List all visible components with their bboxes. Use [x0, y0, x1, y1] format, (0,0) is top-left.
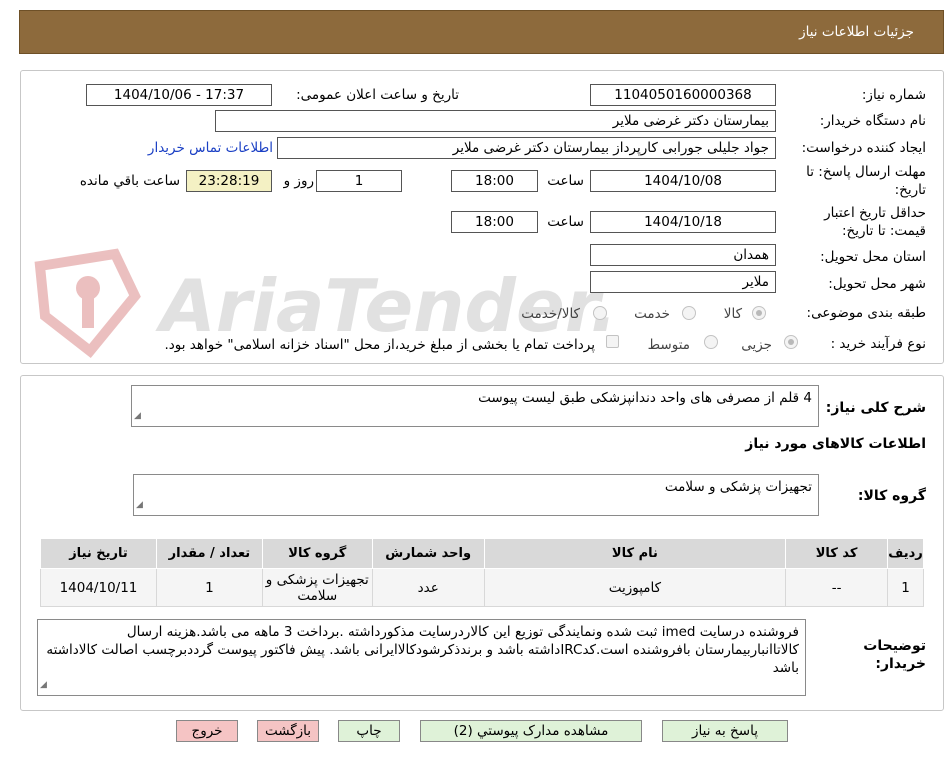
resize-grip-icon[interactable]: ◢: [136, 496, 143, 514]
province-label: استان محل تحویل:: [820, 249, 926, 265]
deadline-time-field: 18:00: [451, 170, 538, 192]
requester-label: ایجاد کننده درخواست:: [801, 140, 926, 156]
need-number-field: 1104050160000368: [590, 84, 776, 106]
goods-table: ردیف کد کالا نام کالا واحد شمارش گروه کا…: [40, 538, 924, 607]
page-header: جزئیات اطلاعات نیاز: [19, 10, 944, 54]
process-minor-label: جزیی: [741, 337, 772, 353]
buyer-label: نام دستگاه خریدار:: [819, 113, 926, 129]
goods-group-field: تجهیزات پزشکی و سلامت ◢: [133, 474, 819, 516]
table-header-row: ردیف کد کالا نام کالا واحد شمارش گروه کا…: [40, 538, 924, 569]
city-label: شهر محل تحویل:: [828, 276, 926, 292]
category-service-radio[interactable]: [682, 306, 696, 320]
category-goods-label: کالا: [723, 306, 742, 322]
notes-field: فروشنده درسایت imed ثبت شده ونمایندگی تو…: [37, 619, 806, 696]
treasury-payment-checkbox[interactable]: [606, 335, 619, 348]
buyer-field: بیمارستان دکتر غرضی ملایر: [215, 110, 776, 132]
process-minor-radio[interactable]: [784, 335, 798, 349]
cell-code: --: [785, 568, 889, 607]
col-date: تاریخ نیاز: [40, 538, 157, 569]
view-attachments-button[interactable]: مشاهده مدارک پیوستي (2): [420, 720, 642, 742]
city-field: ملایر: [590, 271, 776, 293]
buyer-contact-link[interactable]: اطلاعات تماس خریدار: [148, 140, 273, 156]
col-unit: واحد شمارش: [371, 538, 485, 569]
deadline-label-line1: مهلت ارسال پاسخ: تا: [806, 164, 926, 180]
resize-grip-icon[interactable]: ◢: [134, 407, 141, 425]
category-goods-service-label: کالا/خدمت: [521, 306, 580, 322]
process-medium-radio[interactable]: [704, 335, 718, 349]
goods-group-label: گروه کالا:: [857, 488, 926, 504]
reply-button[interactable]: پاسخ به نیاز: [662, 720, 788, 742]
announce-field: 1404/10/06 - 17:37: [86, 84, 272, 106]
cell-qty: 1: [155, 568, 263, 607]
category-service-label: خدمت: [634, 306, 670, 322]
remaining-time-label: ساعت باقي مانده: [79, 173, 180, 189]
cell-name: کامپوزیت: [483, 568, 787, 607]
col-name: نام کالا: [483, 538, 787, 569]
cell-row: 1: [887, 568, 924, 607]
province-field: همدان: [590, 244, 776, 266]
validity-time-label: ساعت: [547, 214, 584, 230]
validity-label-line1: حداقل تاریخ اعتبار: [824, 205, 926, 221]
cell-group: تجهیزات پزشکی و سلامت: [261, 568, 373, 607]
requester-field: جواد جلیلی جورابی کارپرداز بیمارستان دکت…: [277, 137, 776, 159]
goods-group-text: تجهیزات پزشکی و سلامت: [664, 479, 812, 495]
page-title: جزئیات اطلاعات نیاز: [799, 24, 914, 40]
need-number-label: شماره نیاز:: [861, 87, 926, 103]
print-button[interactable]: چاپ: [338, 720, 400, 742]
process-label: نوع فرآیند خرید :: [830, 336, 926, 352]
process-medium-label: متوسط: [647, 337, 690, 353]
treasury-payment-note: پرداخت تمام یا بخشی از مبلغ خرید،از محل …: [164, 337, 595, 353]
col-qty: تعداد / مقدار: [155, 538, 263, 569]
notes-label-line1: توضیحات: [863, 638, 926, 654]
announce-label: تاریخ و ساعت اعلان عمومی:: [296, 87, 459, 103]
col-row: ردیف: [887, 538, 924, 569]
validity-date-field: 1404/10/18: [590, 211, 776, 233]
deadline-label-line2: تاریخ:: [894, 182, 926, 198]
category-label: طبقه بندی موضوعی:: [806, 305, 926, 321]
validity-time-field: 18:00: [451, 211, 538, 233]
deadline-time-label: ساعت: [547, 173, 584, 189]
category-goods-radio[interactable]: [752, 306, 766, 320]
validity-label-line2: قیمت: تا تاریخ:: [842, 223, 926, 239]
cell-date: 1404/10/11: [40, 568, 157, 607]
summary-text: 4 قلم از مصرفی های واحد دندانپزشکی طبق ل…: [478, 390, 812, 406]
col-code: کد کالا: [785, 538, 889, 569]
deadline-days-field: 1: [316, 170, 402, 192]
category-goods-service-radio[interactable]: [593, 306, 607, 320]
deadline-date-field: 1404/10/08: [590, 170, 776, 192]
summary-label: شرح کلی نیاز:: [825, 400, 926, 416]
back-button[interactable]: بازگشت: [257, 720, 319, 742]
col-group: گروه کالا: [261, 538, 373, 569]
deadline-days-label: روز و: [283, 173, 314, 189]
resize-grip-icon[interactable]: ◢: [40, 676, 47, 694]
remaining-time-field: 23:28:19: [186, 170, 272, 192]
table-row[interactable]: 1 -- کامپوزیت عدد تجهیزات پزشکی و سلامت …: [40, 568, 924, 607]
cell-unit: عدد: [371, 568, 485, 607]
goods-info-heading: اطلاعات کالاهای مورد نیاز: [745, 436, 926, 452]
notes-label-line2: خریدار:: [875, 656, 926, 672]
notes-text: فروشنده درسایت imed ثبت شده ونمایندگی تو…: [46, 624, 799, 676]
summary-field: 4 قلم از مصرفی های واحد دندانپزشکی طبق ل…: [131, 385, 819, 427]
exit-button[interactable]: خروج: [176, 720, 238, 742]
